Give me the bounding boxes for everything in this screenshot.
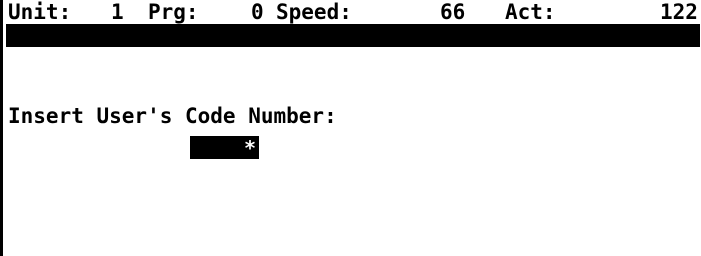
page-title: SAFETY FOR USERS — [269, 46, 463, 70]
prg-label: Prg: — [148, 0, 199, 24]
prg-value: 0 — [251, 0, 264, 24]
unit-value: 1 — [111, 0, 124, 24]
terminal-screen: Unit: 1 Prg: 0 Speed: 66 Act: 122 SAFETY… — [0, 0, 701, 256]
unit-label: Unit: — [8, 0, 72, 24]
act-value: 122 — [660, 0, 698, 24]
status-bar: Unit: 1 Prg: 0 Speed: 66 Act: 122 — [8, 0, 701, 24]
code-prompt: Insert User's Code Number: — [8, 104, 337, 128]
title-bar: SAFETY FOR USERS — [6, 24, 700, 70]
speed-label: Speed: — [276, 0, 352, 24]
act-label: Act: — [505, 0, 556, 24]
speed-value: 66 — [440, 0, 466, 24]
user-code-input[interactable]: * — [190, 136, 259, 160]
